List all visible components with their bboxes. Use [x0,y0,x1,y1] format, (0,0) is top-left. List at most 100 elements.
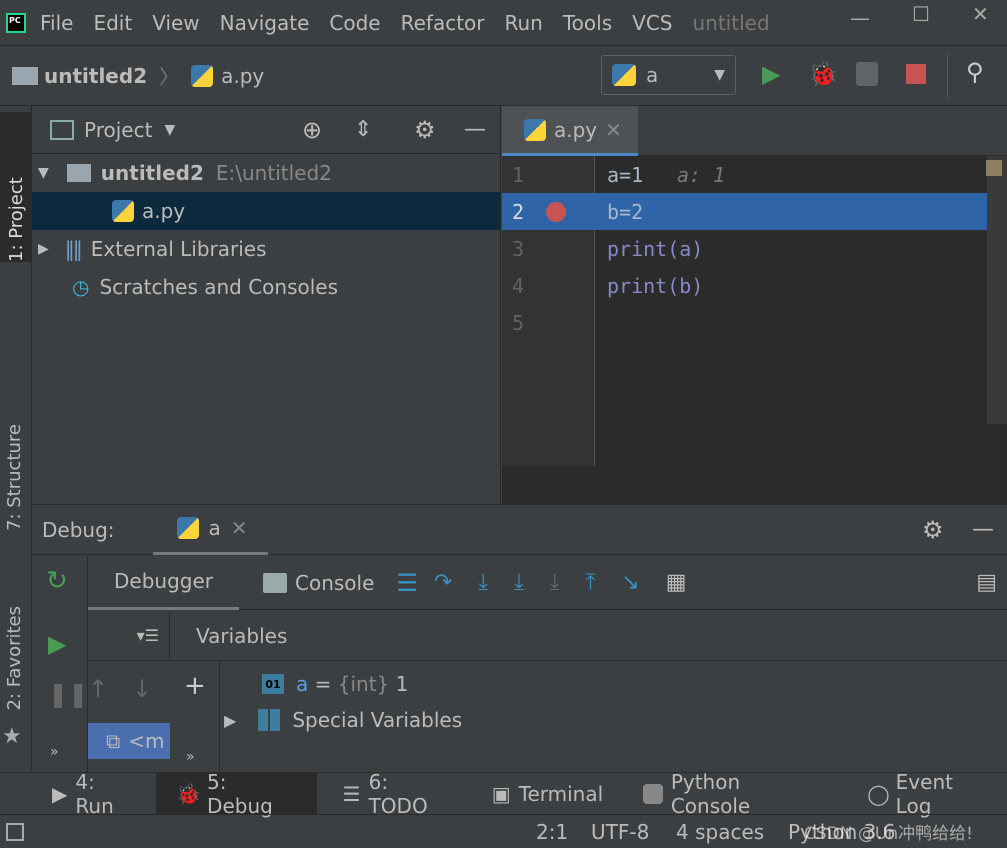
file-encoding[interactable]: UTF-8 [591,820,649,844]
maximize-button[interactable]: ☐ [912,2,930,26]
todo-icon: ☰ [342,781,361,806]
run-icon[interactable]: ▶ [762,60,780,88]
tab-debugger[interactable]: Debugger [88,556,239,610]
variable-row[interactable]: 01 a = {int} 1 [262,667,408,701]
editor-tab-a-py[interactable]: a.py ✕ [502,106,638,156]
tool-tab-run[interactable]: ▶ 4: Run [0,769,156,818]
layout-icon[interactable]: ▤ [976,570,997,595]
menu-code[interactable]: Code [329,11,380,35]
close-tab-icon[interactable]: ✕ [605,118,622,142]
rerun-icon[interactable]: ↻ [46,566,68,596]
add-watch-icon[interactable]: + [184,671,206,701]
menu-edit[interactable]: Edit [93,11,132,35]
minimize-button[interactable]: — [850,6,870,30]
menu-run[interactable]: Run [505,11,543,35]
hide-panel-icon[interactable]: — [972,517,994,542]
menu-navigate[interactable]: Navigate [220,11,310,35]
run-to-cursor-icon[interactable]: ↘ [621,570,639,595]
hide-panel-icon[interactable]: — [464,117,486,142]
editor-scrollbar[interactable] [987,156,1007,424]
debug-side-toolbar: ↻ ▶ ❚❚ » [32,556,88,772]
project-panel-header: Project ▼ ⊕ ⇕ ⚙ — [32,106,500,154]
variable-type: {int} [337,672,390,696]
gear-icon[interactable]: ⚙ [414,116,436,144]
toggle-tool-windows-icon[interactable] [6,822,24,841]
step-into-icon[interactable]: ⤓ [478,570,488,595]
code-line[interactable]: 1 a=1 a: 1 [502,156,1007,193]
step-into-my-code-icon[interactable]: ⤓ [514,570,524,595]
pause-icon[interactable]: ❚❚ [48,680,88,708]
python-icon [643,783,663,804]
favorites-tool-tab[interactable]: 2: Favorites [4,606,25,716]
run-config-name: a [646,63,659,87]
tool-tab-python-console[interactable]: Python Console [623,770,843,818]
tree-item-external-libraries[interactable]: ▶ ‖‖ External Libraries [32,230,500,268]
star-icon: ★ [2,724,22,749]
frame-down-icon[interactable]: ↓ [132,675,152,703]
code-line[interactable]: 2 b=2 [502,193,1007,230]
breadcrumb-file[interactable]: a.py [221,64,264,88]
tool-tab-debug[interactable]: 🐞 5: Debug [156,769,317,818]
collapse-all-icon[interactable]: ⇕ [354,117,372,142]
more-icon[interactable]: » [186,749,195,765]
frame-up-icon[interactable]: ↑ [88,675,108,703]
code-line[interactable]: 4 print(b) [502,267,1007,304]
breakpoint-icon[interactable] [546,201,566,222]
tab-console[interactable]: Console [239,556,386,610]
run-config-selector[interactable]: a ▼ [601,55,736,95]
search-icon[interactable]: ⚲ [966,58,984,86]
more-icon[interactable]: » [50,744,59,760]
frame-item[interactable]: ⧉ <m [88,723,170,759]
tree-item-root[interactable]: ▼ untitled2 E:\untitled2 [32,154,500,192]
tool-tab-debug-label: 5: Debug [207,769,273,818]
gear-icon[interactable]: ⚙ [922,516,944,544]
force-step-into-icon[interactable]: ⤓ [550,570,560,595]
caret-position[interactable]: 2:1 [536,820,568,844]
favorites-tool-label: 2: Favorites [4,606,25,711]
debug-session-tab[interactable]: a ✕ [152,505,268,555]
menu-tools[interactable]: Tools [563,11,612,35]
evaluate-expression-icon[interactable]: ▦ [666,570,687,595]
close-session-icon[interactable]: ✕ [231,516,248,540]
expand-arrow-icon: ▼ [38,165,49,181]
thread-selector-icon[interactable]: ▾☰ [137,626,159,645]
show-execution-point-icon[interactable]: ☰ [396,569,418,597]
resume-icon[interactable]: ▶ [48,630,66,658]
close-window-button[interactable]: ✕ [972,2,989,26]
code-line[interactable]: 3 print(a) [502,230,1007,267]
variables-header: Variables [170,611,1007,661]
tool-tab-event-log[interactable]: ◯ Event Log [843,770,1007,818]
step-out-icon[interactable]: ⤒ [586,570,596,595]
locate-icon[interactable]: ⊕ [302,116,322,144]
line-number: 4 [512,273,525,298]
tool-tab-terminal[interactable]: ▣ Terminal [472,773,623,815]
project-view-selector[interactable]: Project [84,118,152,142]
menu-file[interactable]: File [40,11,73,35]
debug-bug-icon[interactable]: 🐞 [808,60,838,88]
breadcrumb-project[interactable]: untitled2 [44,64,147,88]
menu-refactor[interactable]: Refactor [401,11,485,35]
tool-tab-run-label: 4: Run [75,769,114,818]
variable-value: 1 [389,672,409,696]
stop-icon[interactable] [906,64,926,84]
line-number: 5 [512,310,525,335]
project-tool-tab[interactable]: 1: Project [0,112,32,262]
code-line[interactable]: 5 [502,304,1007,341]
tool-tab-todo-label: 6: TODO [368,769,428,818]
debug-label: Debug: [42,517,115,542]
coverage-icon[interactable] [856,62,878,86]
tree-item-file[interactable]: a.py [32,192,500,230]
tree-item-scratches[interactable]: ◷ Scratches and Consoles [32,268,500,306]
left-tool-strip: 1: Project 7: Structure 2: Favorites ★ [0,106,32,772]
inspection-status-icon [986,160,1002,176]
special-variables-row[interactable]: ▶ Special Variables [224,703,462,737]
menu-vcs[interactable]: VCS [632,11,672,35]
folder-icon [66,164,91,182]
python-icon [612,64,636,86]
step-over-icon[interactable]: ↷ [434,570,452,595]
tool-tab-todo[interactable]: ☰ 6: TODO [317,769,472,818]
special-variables-label: Special Variables [292,708,463,732]
indent-setting[interactable]: 4 spaces [676,820,764,844]
menu-view[interactable]: View [152,11,199,35]
structure-tool-tab[interactable]: 7: Structure [4,424,25,536]
